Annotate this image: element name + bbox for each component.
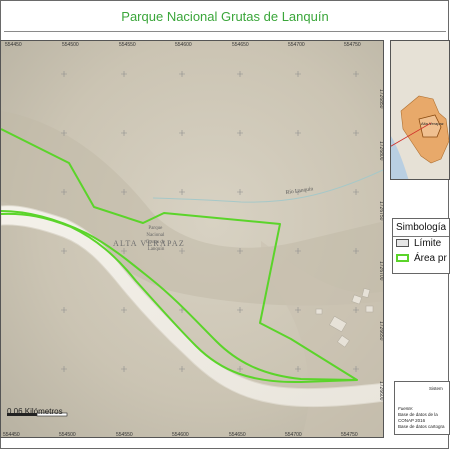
map-canvas: Río Lanquín ALTA VERAPAZ Parque Nacional…: [1, 41, 383, 437]
legend-label-area: Área pr: [414, 253, 447, 264]
park-label-line3: Grutas de: [146, 240, 166, 245]
info-box: Sistem Fuente: Base de datos de la CONAP…: [394, 381, 450, 435]
x-tick-top: 554750: [344, 42, 361, 48]
y-tick-right: 1726600: [378, 381, 384, 401]
park-label-line2: Nacional: [146, 233, 165, 238]
x-tick-top: 554700: [288, 42, 305, 48]
y-tick-right: 1726850: [378, 89, 384, 109]
protected-area-swatch: [396, 254, 409, 263]
legend-label-limit: Límite: [414, 238, 442, 249]
inset-map[interactable]: Alta Verapaz: [390, 40, 450, 180]
x-tick-bottom: 554550: [116, 432, 133, 438]
legend-divider: [393, 236, 449, 237]
x-tick-top: 554550: [119, 42, 136, 48]
x-tick-top: 554600: [175, 42, 192, 48]
inset-label: Alta Verapaz: [421, 121, 444, 126]
x-tick-bottom: 554650: [229, 432, 246, 438]
main-map[interactable]: Río Lanquín ALTA VERAPAZ Parque Nacional…: [0, 40, 384, 438]
x-tick-top: 554450: [5, 42, 22, 48]
scale-label: 0.06 Kilómetros: [7, 407, 63, 416]
legend: Simbología Límite Área pr: [392, 218, 450, 274]
x-tick-bottom: 554750: [341, 432, 358, 438]
y-tick-right: 1726650: [378, 321, 384, 341]
info-header: Sistem: [429, 386, 443, 391]
y-tick-right: 1726750: [378, 201, 384, 221]
info-source-label: Fuente:: [398, 406, 414, 411]
limit-swatch: [396, 239, 409, 248]
legend-item-protected-area: Área pr: [396, 253, 447, 264]
legend-title: Simbología: [396, 222, 447, 233]
info-line-1: Base de datos de la: [398, 412, 438, 417]
park-label-line4: Lanquín: [148, 247, 165, 252]
title-divider: [4, 31, 446, 32]
park-label-line1: Parque: [148, 226, 163, 231]
inset-canvas: Alta Verapaz: [391, 41, 449, 179]
y-tick-right: 1726800: [378, 141, 384, 161]
legend-item-limit: Límite: [396, 238, 441, 249]
info-line-2: CONAP 2016: [398, 418, 426, 423]
x-tick-bottom: 554500: [59, 432, 76, 438]
x-tick-bottom: 554700: [285, 432, 302, 438]
y-tick-right: 1726700: [378, 261, 384, 281]
x-tick-bottom: 554600: [172, 432, 189, 438]
x-tick-top: 554650: [232, 42, 249, 48]
map-title: Parque Nacional Grutas de Lanquín: [121, 9, 329, 24]
info-line-3: Base de datos cartogra: [398, 424, 445, 429]
x-tick-top: 554500: [62, 42, 79, 48]
x-tick-bottom: 554450: [3, 432, 20, 438]
